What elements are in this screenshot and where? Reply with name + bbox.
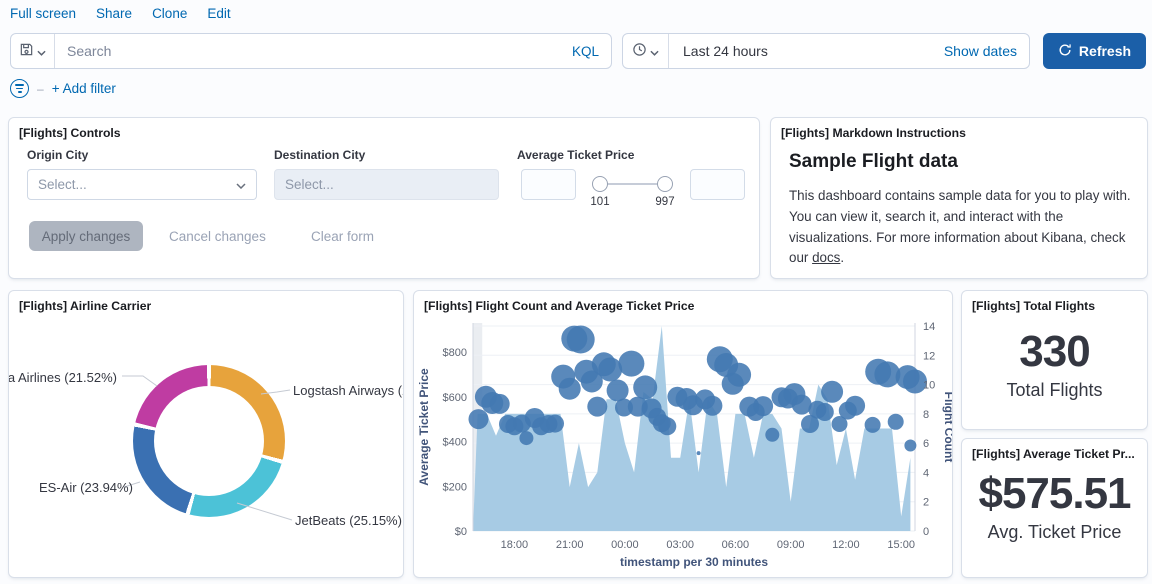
- search-input[interactable]: [55, 43, 560, 59]
- right-tick-label: 2: [923, 497, 929, 509]
- clone-link[interactable]: Clone: [152, 6, 187, 21]
- right-axis-title: Flight Count: [942, 392, 953, 463]
- x-axis-title: timestamp per 30 minutes: [620, 555, 768, 569]
- filter-bar: – + Add filter: [10, 79, 116, 98]
- avg-ticket-price-label: Average Ticket Price: [517, 148, 634, 162]
- left-axis-title: Average Ticket Price: [417, 368, 431, 486]
- right-tick-label: 10: [923, 380, 935, 392]
- chevron-down-icon: [37, 44, 46, 59]
- time-quick-menu-button[interactable]: [623, 34, 669, 68]
- edit-link[interactable]: Edit: [207, 6, 230, 21]
- price-slider-max-value: 997: [649, 196, 681, 208]
- price-slider-min-value: 101: [584, 196, 616, 208]
- markdown-body: This dashboard contains sample data for …: [789, 186, 1135, 269]
- destination-city-placeholder: Select...: [285, 177, 334, 192]
- panel-title: [Flights] Airline Carrier: [19, 299, 151, 313]
- airline-carrier-panel: [Flights] Airline Carrier Kibana Airline…: [8, 290, 404, 578]
- right-tick-label: 0: [923, 526, 929, 538]
- x-tick-label: 12:00: [832, 539, 860, 551]
- saved-query-menu-button[interactable]: [11, 34, 55, 68]
- show-dates-button[interactable]: Show dates: [944, 43, 1029, 59]
- destination-city-label: Destination City: [274, 148, 365, 162]
- chevron-down-icon: [236, 177, 246, 192]
- panel-title: [Flights] Markdown Instructions: [781, 126, 966, 140]
- share-link[interactable]: Share: [96, 6, 132, 21]
- x-tick-label: 18:00: [501, 539, 529, 551]
- filter-menu-icon[interactable]: [10, 79, 29, 98]
- panel-title: [Flights] Controls: [19, 126, 121, 140]
- right-tick-label: 4: [923, 467, 929, 479]
- left-tick-label: $800: [443, 347, 467, 359]
- clear-form-button[interactable]: Clear form: [311, 221, 374, 251]
- right-tick-label: 12: [923, 350, 935, 362]
- slice-label-logstash-airways: Logstash Airways (29.39%): [293, 383, 404, 398]
- avg-ticket-price-label: Avg. Ticket Price: [962, 522, 1147, 543]
- panel-title: [Flights] Total Flights: [972, 299, 1095, 313]
- x-tick-label: 21:00: [556, 539, 584, 551]
- total-flights-label: Total Flights: [962, 380, 1147, 401]
- right-tick-label: 8: [923, 409, 929, 421]
- destination-city-select[interactable]: Select...: [274, 169, 499, 200]
- cancel-changes-button[interactable]: Cancel changes: [169, 221, 266, 251]
- panel-title: [Flights] Average Ticket Pr...: [972, 447, 1135, 461]
- origin-city-select[interactable]: Select...: [27, 169, 257, 200]
- search-bar: KQL: [10, 33, 612, 69]
- full-screen-link[interactable]: Full screen: [10, 6, 76, 21]
- avg-ticket-price-value: $575.51: [962, 469, 1147, 520]
- metric: $575.51 Avg. Ticket Price: [962, 469, 1147, 543]
- refresh-icon: [1058, 43, 1072, 60]
- total-flights-panel: [Flights] Total Flights 330 Total Flight…: [961, 290, 1148, 430]
- right-tick-label: 6: [923, 438, 929, 450]
- slice-label-es-air: ES-Air (23.94%): [39, 480, 133, 495]
- query-bar: KQL Last 24 hours Show dates Refresh: [0, 33, 1152, 69]
- price-slider-max-handle[interactable]: [657, 176, 673, 192]
- add-filter-button[interactable]: + Add filter: [52, 81, 116, 96]
- flight-count-price-panel: [Flights] Flight Count and Average Ticke…: [413, 290, 953, 578]
- time-range-value[interactable]: Last 24 hours: [669, 43, 768, 59]
- x-tick-label: 00:00: [611, 539, 639, 551]
- slice-label-jetbeats: JetBeats (25.15%): [295, 513, 402, 528]
- x-tick-label: 09:00: [777, 539, 805, 551]
- flight-count-price-chart[interactable]: $0 $200 $400 $600 $800 0 2 4 6 8 10 12 14 18:00 21:00 0…: [414, 311, 953, 577]
- markdown-text-end: .: [840, 250, 844, 265]
- filter-collapse-dash: –: [37, 82, 44, 96]
- refresh-button[interactable]: Refresh: [1043, 33, 1146, 69]
- kql-language-button[interactable]: KQL: [560, 44, 611, 59]
- airline-carrier-donut-chart[interactable]: [133, 365, 285, 517]
- total-flights-value: 330: [962, 327, 1147, 378]
- left-tick-label: $400: [443, 437, 467, 449]
- docs-link[interactable]: docs: [812, 250, 840, 265]
- price-slider-min-handle[interactable]: [592, 176, 608, 192]
- dashboard-top-nav: Full screen Share Clone Edit: [10, 6, 231, 21]
- left-tick-label: $0: [455, 526, 467, 538]
- save-query-icon: [19, 42, 34, 60]
- x-tick-label: 06:00: [722, 539, 750, 551]
- slice-label-kibana-airlines: Kibana Airlines (21.52%): [8, 370, 117, 385]
- origin-city-label: Origin City: [27, 148, 88, 162]
- right-tick-label: 14: [923, 321, 935, 333]
- clock-icon: [632, 42, 647, 60]
- left-tick-label: $600: [443, 392, 467, 404]
- avg-ticket-price-panel: [Flights] Average Ticket Pr... $575.51 A…: [961, 438, 1148, 578]
- origin-city-placeholder: Select...: [38, 177, 87, 192]
- x-tick-label: 03:00: [666, 539, 694, 551]
- apply-changes-button[interactable]: Apply changes: [29, 221, 143, 251]
- chevron-down-icon: [650, 44, 659, 59]
- refresh-label: Refresh: [1079, 43, 1131, 59]
- controls-panel: [Flights] Controls Origin City Destinati…: [8, 117, 760, 279]
- price-min-input[interactable]: [521, 169, 576, 200]
- markdown-panel: [Flights] Markdown Instructions Sample F…: [770, 117, 1148, 279]
- metric: 330 Total Flights: [962, 327, 1147, 401]
- donut-hole: [154, 386, 264, 496]
- time-picker: Last 24 hours Show dates: [622, 33, 1030, 69]
- x-tick-label: 15:00: [887, 539, 915, 551]
- markdown-heading: Sample Flight data: [789, 151, 958, 173]
- price-max-input[interactable]: [690, 169, 745, 200]
- left-tick-label: $200: [443, 481, 467, 493]
